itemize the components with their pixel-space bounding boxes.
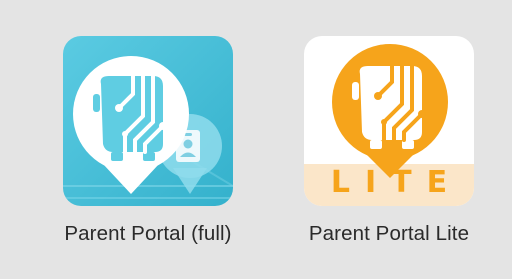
parent-portal-full-app-icon[interactable] [63, 36, 233, 206]
app-tile-parent-portal-lite[interactable]: LITE Parent Portal Lite [279, 36, 499, 246]
app-label[interactable]: Parent Portal Lite [309, 222, 469, 246]
bus-location-pin-icon [63, 36, 233, 206]
app-tile-parent-portal-full[interactable]: Parent Portal (full) [38, 36, 258, 246]
lite-badge-text: LITE [330, 165, 463, 200]
app-label[interactable]: Parent Portal (full) [64, 222, 231, 246]
parent-portal-lite-app-icon[interactable]: LITE [304, 36, 474, 206]
